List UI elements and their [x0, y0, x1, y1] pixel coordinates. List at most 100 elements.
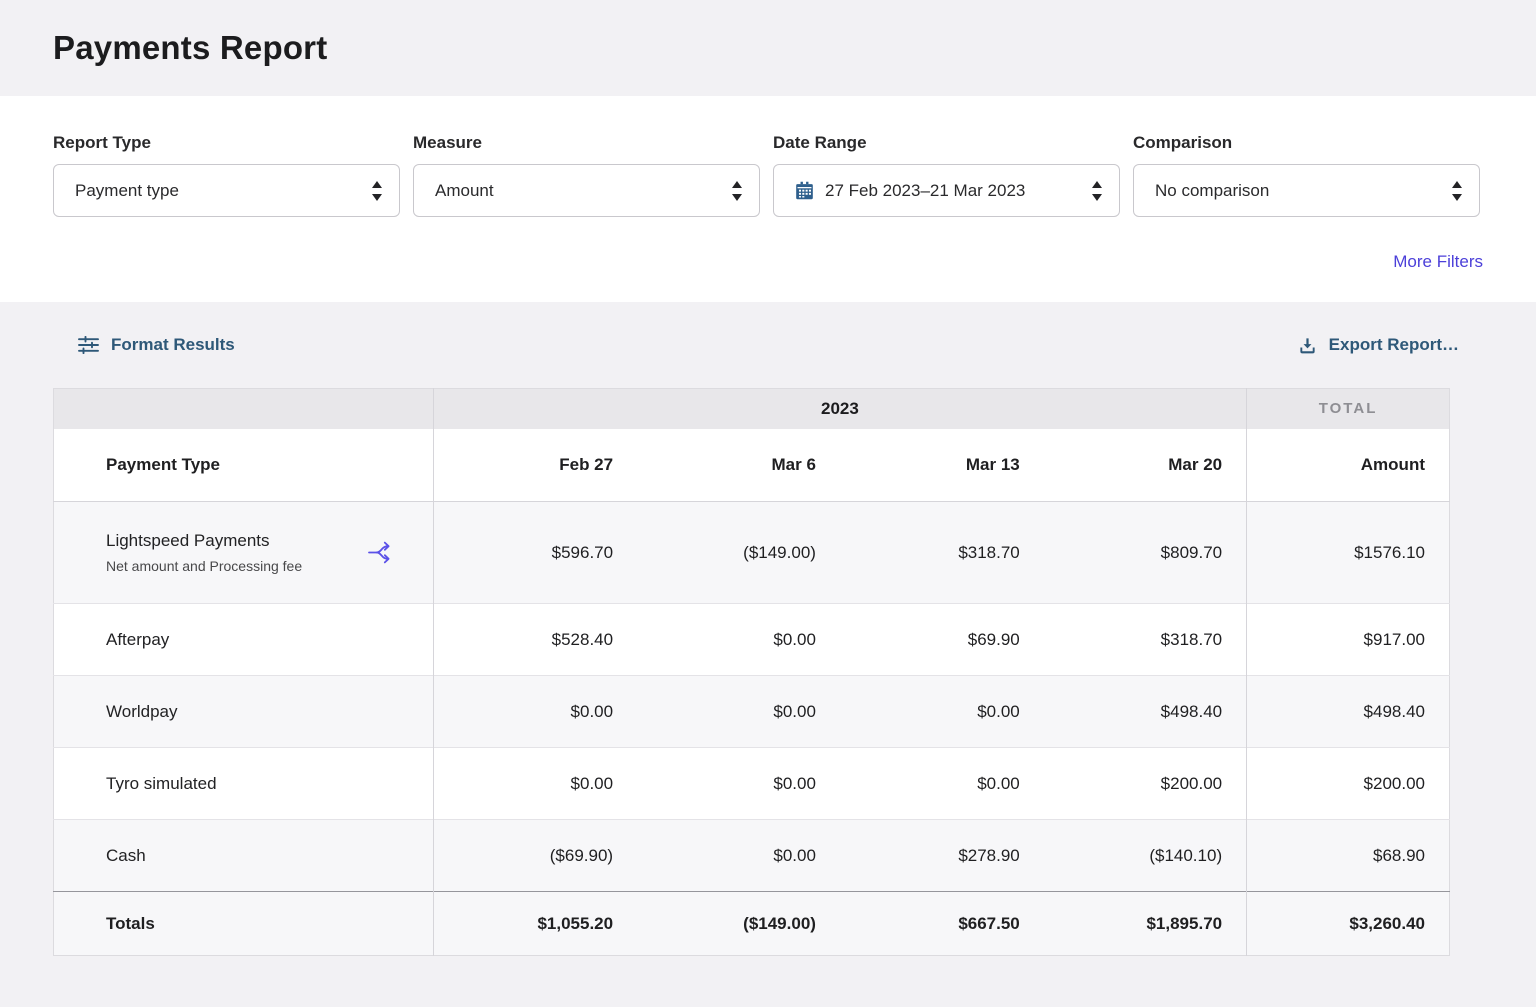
table-row: Tyro simulated$0.00$0.00$0.00$200.00$200… [54, 748, 1450, 820]
value-cell: $0.00 [637, 604, 840, 676]
total-header: TOTAL [1247, 389, 1450, 429]
row-total-cell: $68.90 [1247, 820, 1450, 892]
value-cell: ($149.00) [637, 502, 840, 604]
page-header: Payments Report [0, 0, 1536, 96]
date-range-select[interactable]: 27 Feb 2023–21 Mar 2023 [773, 164, 1120, 217]
comparison-label: Comparison [1133, 133, 1480, 153]
payment-type-cell: Cash [54, 820, 434, 892]
measure-value: Amount [435, 181, 724, 201]
results-toolbar: Format Results Export Report… [53, 335, 1483, 355]
results-section: Format Results Export Report… 2023 TOTAL [0, 302, 1536, 1007]
payment-type-label: Afterpay [106, 630, 169, 650]
totals-value-cell: $667.50 [840, 892, 1044, 956]
format-results-button[interactable]: Format Results [78, 335, 235, 355]
payment-type-label: Worldpay [106, 702, 178, 722]
payment-type-column-header: Payment Type [54, 429, 434, 502]
spinner-arrows-icon [1092, 181, 1102, 201]
value-cell: $318.70 [840, 502, 1044, 604]
value-cell: $0.00 [637, 748, 840, 820]
page-title: Payments Report [53, 29, 327, 67]
payment-type-text: Tyro simulated [106, 774, 217, 794]
column-header-row: Payment Type Feb 27 Mar 6 Mar 13 Mar 20 … [54, 429, 1450, 502]
value-cell: $0.00 [637, 820, 840, 892]
filters-row: Report Type Payment type Measure Amount … [53, 133, 1483, 217]
value-cell: ($69.90) [433, 820, 637, 892]
totals-row: Totals $1,055.20 ($149.00) $667.50 $1,89… [54, 892, 1450, 956]
row-total-cell: $917.00 [1247, 604, 1450, 676]
payment-type-text: Lightspeed PaymentsNet amount and Proces… [106, 531, 302, 574]
payment-type-text: Cash [106, 846, 146, 866]
report-type-label: Report Type [53, 133, 400, 153]
amount-column-header: Amount [1247, 429, 1450, 502]
date-range-value: 27 Feb 2023–21 Mar 2023 [825, 181, 1025, 201]
calendar-icon [795, 181, 814, 200]
value-cell: $318.70 [1044, 604, 1247, 676]
payments-report-table: 2023 TOTAL Payment Type Feb 27 Mar 6 Mar… [53, 388, 1450, 956]
payment-type-cell: Tyro simulated [54, 748, 434, 820]
spinner-arrows-icon [372, 181, 382, 201]
comparison-select[interactable]: No comparison [1133, 164, 1480, 217]
comparison-value: No comparison [1155, 181, 1444, 201]
sliders-icon [78, 336, 99, 354]
value-cell: $0.00 [840, 748, 1044, 820]
payment-type-text: Worldpay [106, 702, 178, 722]
date-range-label: Date Range [773, 133, 1120, 153]
format-results-label: Format Results [111, 335, 235, 355]
table-row: Afterpay $528.40$0.00$69.90$318.70$917.00 [54, 604, 1450, 676]
payments-table-body: Lightspeed PaymentsNet amount and Proces… [54, 502, 1450, 892]
table-row: Cash ($69.90)$0.00$278.90($140.10)$68.90 [54, 820, 1450, 892]
measure-select[interactable]: Amount [413, 164, 760, 217]
totals-value-cell: $1,895.70 [1044, 892, 1247, 956]
filters-section: Report Type Payment type Measure Amount … [0, 96, 1536, 302]
more-filters-row: More Filters [53, 252, 1483, 272]
report-type-value: Payment type [75, 181, 364, 201]
corner-cell [54, 389, 434, 429]
split-branch-icon[interactable] [367, 541, 393, 564]
payment-type-label: Cash [106, 846, 146, 866]
value-cell: $498.40 [1044, 676, 1247, 748]
spinner-arrows-icon [732, 181, 742, 201]
row-total-cell: $200.00 [1247, 748, 1450, 820]
value-cell: $69.90 [840, 604, 1044, 676]
report-type-select[interactable]: Payment type [53, 164, 400, 217]
measure-label: Measure [413, 133, 760, 153]
more-filters-link[interactable]: More Filters [1393, 252, 1483, 271]
value-cell: $0.00 [840, 676, 1044, 748]
year-header: 2023 [433, 389, 1246, 429]
totals-label: Totals [54, 892, 434, 956]
payment-type-cell: Worldpay [54, 676, 434, 748]
row-total-cell: $498.40 [1247, 676, 1450, 748]
value-cell: $809.70 [1044, 502, 1247, 604]
table-row: Lightspeed PaymentsNet amount and Proces… [54, 502, 1450, 604]
payment-type-cell: Afterpay [54, 604, 434, 676]
value-cell: $596.70 [433, 502, 637, 604]
value-cell: $0.00 [637, 676, 840, 748]
filter-report-type: Report Type Payment type [53, 133, 400, 217]
row-total-cell: $1576.10 [1247, 502, 1450, 604]
value-cell: $0.00 [433, 676, 637, 748]
export-report-button[interactable]: Export Report… [1298, 335, 1459, 355]
filter-measure: Measure Amount [413, 133, 760, 217]
value-cell: ($140.10) [1044, 820, 1247, 892]
year-header-row: 2023 TOTAL [54, 389, 1450, 429]
download-icon [1298, 336, 1317, 355]
value-cell: $0.00 [433, 748, 637, 820]
totals-value-cell: $1,055.20 [433, 892, 637, 956]
date-column-header: Mar 6 [637, 429, 840, 502]
date-column-header: Mar 13 [840, 429, 1044, 502]
payment-type-text: Afterpay [106, 630, 169, 650]
value-cell: $528.40 [433, 604, 637, 676]
payment-type-cell: Lightspeed PaymentsNet amount and Proces… [54, 502, 434, 604]
spinner-arrows-icon [1452, 181, 1462, 201]
value-cell: $278.90 [840, 820, 1044, 892]
filter-date-range: Date Range [773, 133, 1120, 217]
payment-type-label: Lightspeed Payments [106, 531, 302, 551]
table-row: Worldpay$0.00$0.00$0.00$498.40$498.40 [54, 676, 1450, 748]
value-cell: $200.00 [1044, 748, 1247, 820]
filter-comparison: Comparison No comparison [1133, 133, 1480, 217]
totals-value-cell: ($149.00) [637, 892, 840, 956]
date-column-header: Mar 20 [1044, 429, 1247, 502]
export-report-label: Export Report… [1329, 335, 1459, 355]
payment-type-label: Tyro simulated [106, 774, 217, 794]
date-column-header: Feb 27 [433, 429, 637, 502]
